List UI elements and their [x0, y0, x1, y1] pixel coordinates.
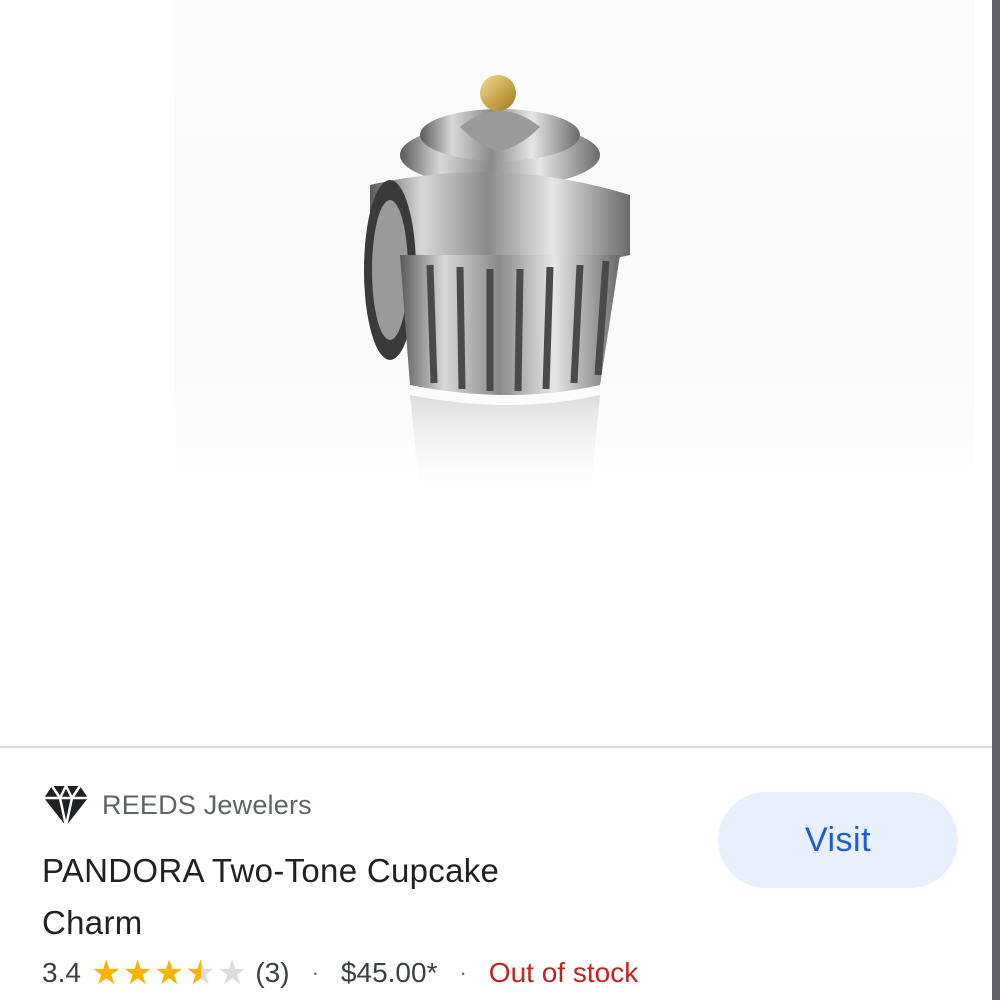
merchant-info[interactable]: REEDS Jewelers	[42, 782, 312, 828]
review-count[interactable]: (3)	[255, 957, 289, 989]
empty-star-icon: ★	[216, 954, 248, 992]
availability-status: Out of stock	[488, 957, 639, 988]
product-meta: 3.4 ★ ★ ★ ★★ ★ (3) · $45.00* · Out of st…	[42, 950, 638, 996]
merchant-name: REEDS Jewelers	[102, 789, 312, 820]
star-icon: ★	[90, 954, 122, 992]
price: $45.00*	[340, 957, 438, 988]
star-icon: ★	[122, 954, 153, 992]
product-title-line-2: Charm	[42, 904, 143, 941]
rating-value: 3.4	[42, 957, 81, 988]
half-star-icon: ★★	[185, 954, 216, 992]
product-title[interactable]: PANDORA Two-Tone Cupcake Charm	[42, 845, 642, 949]
divider	[0, 746, 992, 748]
separator-dot: ·	[311, 960, 319, 985]
rating-stars: ★ ★ ★ ★★ ★	[91, 956, 247, 990]
visit-button[interactable]: Visit	[718, 792, 958, 888]
cupcake-charm-image[interactable]	[330, 55, 650, 515]
screen-edge	[992, 0, 1000, 1000]
star-icon: ★	[153, 954, 185, 992]
diamond-icon	[44, 783, 88, 827]
separator-dot: ·	[459, 960, 467, 985]
product-image-area[interactable]	[0, 0, 992, 748]
product-title-line-1: PANDORA Two-Tone Cupcake	[42, 852, 500, 889]
